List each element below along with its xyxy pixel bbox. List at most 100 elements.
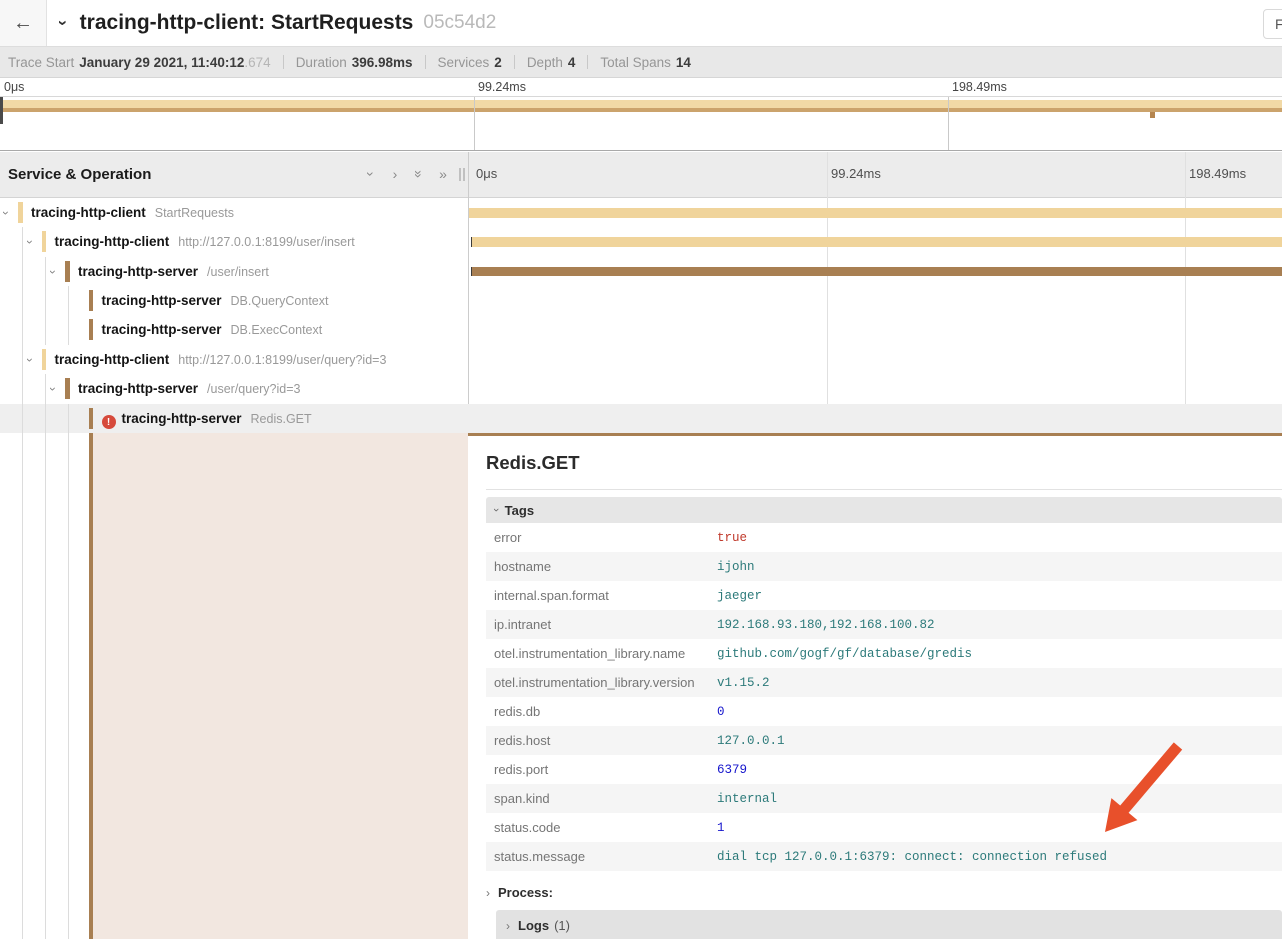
span-row[interactable]: › tracing-http-clienthttp://127.0.0.1:819…	[0, 345, 1282, 374]
expand-all-icon[interactable]: »	[436, 165, 450, 183]
service-name: !tracing-http-serverRedis.GET	[102, 411, 312, 430]
span-rows: › tracing-http-clientStartRequests › tracin…	[0, 198, 1282, 433]
span-row-label-cell: tracing-http-serverDB.ExecContext	[0, 315, 468, 344]
tree-guide-line	[22, 374, 23, 403]
detail-divider	[486, 489, 1282, 490]
tag-row: internal.span.formatjaeger	[486, 581, 1282, 610]
span-row-timeline-cell[interactable]	[469, 374, 1282, 403]
logs-section-title: Logs	[518, 918, 549, 933]
find-button[interactable]: F	[1263, 9, 1282, 39]
tag-value: v1.15.2	[717, 676, 770, 690]
tree-guide-line	[22, 257, 23, 286]
minimap-tick-label: 0μs	[4, 80, 24, 94]
timeline-tick-label: 99.24ms	[831, 166, 881, 181]
logs-section-header[interactable]: › Logs (1)	[496, 910, 1282, 939]
timeline-span-bar[interactable]	[469, 208, 1282, 218]
timeline-span-bar[interactable]	[471, 267, 1282, 277]
chevron-down-icon[interactable]: ›	[0, 211, 13, 215]
jaeger-trace-view: ← › tracing-http-client: StartRequests 0…	[0, 0, 1282, 939]
minimap-canvas[interactable]	[0, 96, 1282, 151]
column-resizer-handle[interactable]	[459, 168, 465, 181]
tag-value: 6379	[717, 763, 747, 777]
collapse-one-icon[interactable]: ›	[362, 167, 380, 181]
timeline-header: Service & Operation ››»» 0μs99.24ms198.4…	[0, 152, 1282, 198]
tag-key: hostname	[486, 559, 717, 574]
tag-value: true	[717, 531, 747, 545]
span-row-timeline-cell[interactable]	[469, 227, 1282, 256]
span-detail-title: Redis.GET	[486, 452, 580, 474]
minimap-tick-label: 99.24ms	[478, 80, 526, 94]
detail-left-fill	[93, 433, 468, 939]
span-row[interactable]: › tracing-http-clienthttp://127.0.0.1:819…	[0, 227, 1282, 256]
meta-label: Services	[438, 55, 490, 70]
service-name: tracing-http-server/user/insert	[78, 264, 269, 279]
span-row[interactable]: tracing-http-serverDB.QueryContext	[0, 286, 1282, 315]
meta-value: 4	[568, 55, 576, 70]
span-row[interactable]: › tracing-http-server/user/insert	[0, 257, 1282, 286]
span-row-timeline-cell[interactable]	[469, 257, 1282, 286]
tag-key: status.message	[486, 849, 717, 864]
tree-guide-line	[45, 433, 46, 939]
timeline-tick-label: 0μs	[476, 166, 497, 181]
span-row-timeline-cell[interactable]	[469, 198, 1282, 227]
minimap-grid-line	[948, 97, 949, 150]
chevron-down-icon[interactable]: ›	[46, 270, 60, 274]
trace-meta-bar: Trace StartJanuary 29 2021, 11:40:12.674…	[0, 47, 1282, 78]
service-name: tracing-http-server/user/query?id=3	[78, 381, 301, 396]
tag-value: 0	[717, 705, 725, 719]
expand-one-icon[interactable]: ›	[388, 165, 402, 183]
span-row[interactable]: !tracing-http-serverRedis.GET	[0, 404, 1282, 433]
chevron-down-icon[interactable]: ›	[23, 358, 37, 362]
operation-name: StartRequests	[155, 206, 234, 220]
collapse-all-icon[interactable]: »	[410, 167, 428, 181]
tree-guide-line	[22, 315, 23, 344]
operation-name: /user/insert	[207, 265, 269, 279]
span-color-bar	[89, 319, 94, 340]
process-section-header[interactable]: › Process:	[486, 878, 553, 907]
span-row-timeline-cell[interactable]	[469, 286, 1282, 315]
tree-guide-line	[68, 286, 69, 315]
trace-minimap[interactable]: 0μs 99.24ms 198.49ms	[0, 78, 1282, 152]
meta-item: Services2	[438, 55, 502, 70]
minimap-tick-label: 198.49ms	[952, 80, 1007, 94]
tag-key: redis.port	[486, 762, 717, 777]
meta-separator	[283, 55, 284, 69]
span-row-timeline-cell[interactable]	[469, 345, 1282, 374]
chevron-down-icon[interactable]: ›	[46, 387, 60, 391]
span-color-bar	[42, 349, 47, 370]
service-name: tracing-http-clientStartRequests	[31, 205, 234, 220]
trace-id: 05c54d2	[423, 12, 496, 34]
meta-value: 396.98ms	[352, 55, 413, 70]
logs-count: (1)	[554, 918, 570, 933]
span-row[interactable]: › tracing-http-server/user/query?id=3	[0, 374, 1282, 403]
tag-key: internal.span.format	[486, 588, 717, 603]
tree-guide-line	[22, 286, 23, 315]
service-name: tracing-http-clienthttp://127.0.0.1:8199…	[55, 234, 355, 249]
tag-value: 192.168.93.180,192.168.100.82	[717, 618, 935, 632]
tags-section-header[interactable]: › Tags	[486, 497, 1282, 523]
tag-key: otel.instrumentation_library.name	[486, 646, 717, 661]
back-button[interactable]: ←	[0, 0, 47, 46]
timeline-tick-label: 198.49ms	[1189, 166, 1246, 181]
service-name: tracing-http-clienthttp://127.0.0.1:8199…	[55, 352, 387, 367]
operation-name: http://127.0.0.1:8199/user/insert	[178, 235, 355, 249]
chevron-down-icon[interactable]: ›	[23, 240, 37, 244]
tree-guide-line	[68, 315, 69, 344]
meta-value: January 29 2021, 11:40:12	[79, 55, 244, 70]
span-row-timeline-cell[interactable]	[469, 404, 1282, 433]
tags-section-title: Tags	[505, 503, 534, 518]
span-color-bar	[65, 378, 70, 399]
operation-name: DB.QueryContext	[231, 294, 329, 308]
minimap-client-stripe	[0, 100, 1282, 108]
tag-value: 127.0.0.1	[717, 734, 785, 748]
meta-value-suffix: .674	[244, 55, 270, 70]
span-row[interactable]: › tracing-http-clientStartRequests	[0, 198, 1282, 227]
timeline-span-bar[interactable]	[471, 237, 1282, 247]
minimap-scrubber-handle[interactable]	[0, 97, 3, 124]
span-row-label-cell: › tracing-http-clienthttp://127.0.0.1:819…	[0, 345, 468, 374]
tag-row: otel.instrumentation_library.versionv1.1…	[486, 668, 1282, 697]
span-row-timeline-cell[interactable]	[469, 315, 1282, 344]
span-row[interactable]: tracing-http-serverDB.ExecContext	[0, 315, 1282, 344]
trace-collapse-chevron-icon[interactable]: ›	[53, 20, 73, 26]
tag-row: span.kindinternal	[486, 784, 1282, 813]
